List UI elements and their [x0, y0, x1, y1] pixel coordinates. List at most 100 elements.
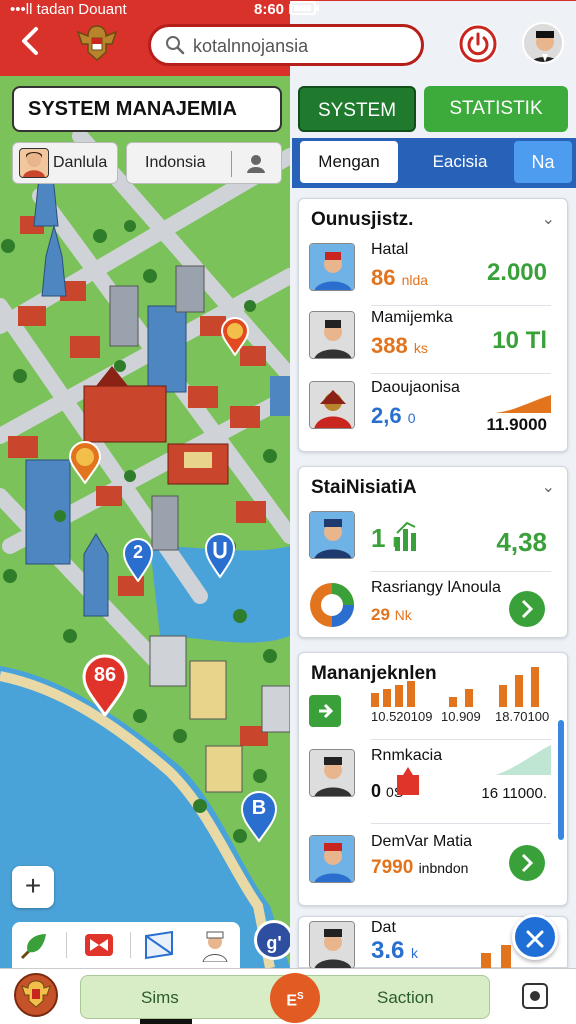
chevron-down-icon[interactable]: ⌄ [542, 477, 555, 497]
avatar [309, 835, 355, 883]
alert-box-icon [397, 767, 419, 795]
divider [231, 151, 232, 177]
list-item[interactable]: Daoujaonisa 2,6 0 11.9000 [299, 377, 567, 441]
locate-button[interactable]: g' [254, 920, 294, 960]
arrow-right-button[interactable] [509, 591, 545, 627]
chevron-down-icon[interactable]: ⌄ [542, 209, 555, 229]
record-button[interactable] [522, 983, 548, 1009]
flag-icon[interactable] [142, 928, 176, 962]
item-value: 3.6 k [371, 937, 419, 964]
center-action-sup: S [297, 991, 304, 1002]
tab-statistik[interactable]: STATISTIK [424, 86, 568, 132]
scrollbar[interactable] [558, 720, 564, 840]
item-value: 388 ks [371, 333, 428, 358]
item-value: 29 Nk [371, 605, 412, 624]
search-input[interactable]: kotalnnojansia [193, 36, 308, 57]
item-value: 86 nlda [371, 265, 429, 290]
officer-avatar-icon[interactable] [198, 928, 232, 962]
map-pin[interactable] [68, 440, 102, 485]
location-chip[interactable]: Indonsia [126, 142, 282, 184]
segment-mengan[interactable]: Mengan [300, 141, 398, 183]
search-icon [166, 36, 185, 55]
search-bar[interactable]: kotalnnojansia [148, 24, 424, 66]
user-chip-label: Danlula [53, 154, 108, 171]
record-icon [530, 991, 540, 1001]
close-button[interactable] [512, 914, 558, 960]
divider [371, 823, 551, 824]
nav-item-sims[interactable]: Sims [141, 988, 179, 1008]
item-value: 2,6 0 [371, 403, 416, 428]
card-title: StaiNisiatiA [311, 477, 417, 498]
map-pin[interactable] [220, 316, 250, 357]
power-button[interactable] [458, 24, 498, 64]
divider [371, 305, 551, 306]
item-name: Rasriangy lAnoula [371, 579, 501, 596]
item-name: Rnmkacia [371, 747, 443, 764]
avatar [309, 311, 355, 359]
trend-area-icon [495, 745, 551, 775]
app-logo-icon[interactable] [14, 973, 58, 1017]
location-chip-label: Indonsia [145, 154, 206, 171]
statistics-card: StaiNisiatiA ⌄ 1 k 4,38 Rasriangy lAnoul… [298, 466, 568, 638]
map-pin[interactable]: 2 [122, 536, 154, 583]
chevron-left-icon [22, 27, 38, 55]
list-item[interactable]: Rasriangy lAnoula 29 Nk [299, 577, 567, 641]
tab-statistik-label: STATISTIK [449, 98, 543, 119]
segment-na[interactable]: Na [514, 141, 572, 183]
item-name: Daoujaonisa [371, 379, 460, 396]
status-bar: •••ll tadan Douant 8:60 PM [0, 0, 576, 893]
zoom-in-button[interactable]: + [12, 866, 54, 908]
bar-label: 10.909 [441, 709, 481, 724]
map-pin[interactable]: B [240, 790, 278, 843]
trend-area-icon [495, 395, 551, 413]
zoom-in-label: + [24, 870, 42, 901]
arrow-right-icon [319, 703, 334, 719]
chevron-right-icon [521, 853, 534, 873]
avatar [309, 511, 355, 559]
avatar [309, 381, 355, 429]
avatar [309, 749, 355, 797]
nav-item-saction[interactable]: Saction [377, 988, 434, 1008]
center-action-label: E [286, 992, 297, 1010]
divider [66, 932, 67, 958]
city-map[interactable]: 2 86 B + [0, 76, 290, 968]
segment-mengan-label: Mengan [318, 152, 380, 171]
segment-na-label: Na [531, 152, 555, 172]
divider [130, 932, 131, 958]
map-pin[interactable]: 86 [82, 654, 128, 718]
tab-system-label: SYSTEM [317, 100, 397, 121]
arrow-right-button[interactable] [509, 845, 545, 881]
summary-card: Ounusjistz. ⌄ Hatal 86 nlda 2.000 Mamije… [298, 198, 568, 452]
bar-label: 10.520109 [371, 709, 433, 724]
map-toolbar [12, 922, 240, 968]
divider [371, 739, 551, 740]
item-total: 2.000 [486, 259, 547, 286]
list-item[interactable]: 1 k 4,38 [299, 507, 567, 571]
tab-system[interactable]: SYSTEM [298, 86, 416, 132]
item-total: 11.9000 [486, 415, 547, 434]
user-chip[interactable]: Danlula [12, 142, 118, 184]
list-item[interactable]: Hatal 86 nlda 2.000 [299, 239, 567, 303]
segment-eacisia[interactable]: Eacisia [408, 141, 512, 183]
bar-chart [371, 667, 539, 707]
card-title: Ounusjistz. [311, 209, 414, 230]
bottom-nav: Sims Saction ES [0, 968, 576, 1024]
list-item[interactable]: Rnmkacia 0 0S 16 11000. [299, 745, 567, 809]
forward-button[interactable] [309, 695, 341, 727]
list-item[interactable]: DemVar Matia 7990 inbndon [299, 831, 567, 895]
item-total: 10 Tl [492, 327, 547, 354]
garuda-emblem-icon [74, 22, 120, 64]
item-name: Hatal [371, 241, 409, 258]
leaf-icon[interactable] [18, 928, 52, 962]
growth-icon [395, 521, 416, 551]
list-item[interactable]: Mamijemka 388 ks 10 Tl [299, 307, 567, 371]
user-avatar[interactable] [522, 22, 564, 64]
bowtie-icon[interactable] [82, 928, 116, 962]
map-pin[interactable] [204, 530, 236, 579]
map-title-card: SYSTEM MANAJEMIA [12, 86, 282, 132]
center-action-button[interactable]: ES [270, 973, 320, 1023]
item-name: DemVar Matia [371, 833, 473, 850]
item-total: 4,38 [496, 527, 547, 557]
person-icon [247, 155, 265, 173]
back-button[interactable] [18, 26, 48, 62]
